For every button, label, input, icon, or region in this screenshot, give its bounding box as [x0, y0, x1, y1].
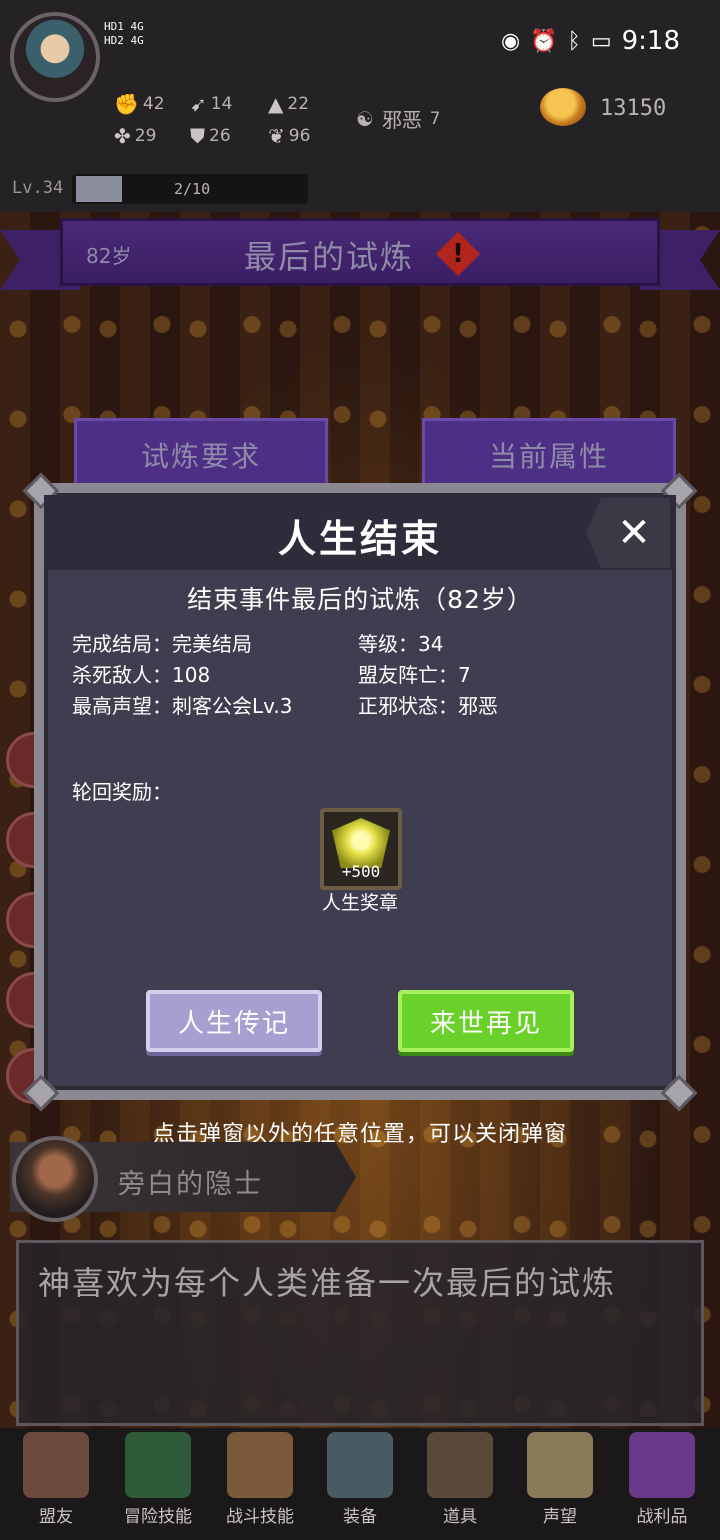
rewards-label: 轮回奖励：	[72, 780, 172, 804]
nav-loot[interactable]: 战利品	[612, 1430, 712, 1538]
reward-name: 人生奖章	[321, 892, 398, 914]
close-button[interactable]: ✕	[586, 498, 670, 568]
yin-yang-icon: ☯	[356, 106, 374, 131]
nav-label: 战利品	[636, 1507, 688, 1527]
bluetooth-icon: ᛒ	[567, 28, 581, 54]
nav-label: 战斗技能	[226, 1507, 294, 1527]
nav-label: 装备	[343, 1507, 377, 1527]
alignment[interactable]: ☯ 邪恶 7	[356, 104, 440, 133]
nav-combat-skills[interactable]: 战斗技能	[210, 1430, 310, 1538]
event-age: 82岁	[86, 244, 132, 268]
narrator-avatar	[12, 1136, 98, 1222]
info-reputation: 最高声望：刺客公会Lv.3	[72, 694, 293, 718]
reward-count: +500	[341, 862, 381, 881]
network-indicator: HD1 4G HD2 4G	[104, 20, 144, 48]
nav-allies[interactable]: 盟友	[6, 1430, 106, 1538]
stat-value: 14	[210, 94, 233, 114]
nav-reputation[interactable]: 声望	[510, 1430, 610, 1538]
info-allies-fallen: 盟友阵亡：7	[358, 663, 471, 687]
info-kills: 杀死敌人：108	[72, 663, 211, 687]
scroll-icon	[527, 1432, 593, 1498]
player-level: Lv.34	[12, 178, 64, 198]
info-ending: 完成结局：完美结局	[72, 632, 252, 656]
status-right: ◉ ⏰ ᛒ ▭ 9:18	[501, 26, 680, 56]
stat-value: 42	[142, 94, 165, 114]
wizard-hat-icon: ▲	[268, 92, 284, 116]
stat-luck: ✤ 29	[114, 124, 156, 148]
battery-icon: ▭	[590, 28, 612, 54]
alarm-icon: ⏰	[530, 28, 558, 54]
alignment-label: 邪恶	[381, 108, 422, 132]
treasure-chest-icon	[629, 1432, 695, 1498]
close-icon: ✕	[617, 510, 651, 556]
allies-icon	[23, 1432, 89, 1498]
narrator-name: 旁白的隐士	[118, 1169, 263, 1200]
alignment-value: 7	[429, 108, 441, 129]
stat-value: 26	[209, 126, 231, 146]
nav-label: 声望	[543, 1507, 577, 1527]
armor-icon: ⛊	[190, 124, 205, 148]
clover-icon: ✤	[114, 124, 131, 148]
info-level: 等级：34	[358, 632, 444, 656]
tab-trial-requirements[interactable]: 试炼要求	[74, 418, 328, 488]
dialog-subtitle: 结束事件最后的试炼（82岁）	[187, 585, 533, 614]
network-line-1: HD1 4G	[104, 20, 144, 33]
stat-agility: ➹ 14	[190, 92, 232, 116]
nav-label: 道具	[443, 1507, 477, 1527]
player-avatar[interactable]	[10, 12, 100, 102]
stat-value: 22	[287, 94, 310, 114]
boot-icon: ➹	[190, 92, 207, 116]
xp-bar-fill	[76, 176, 122, 202]
next-life-button[interactable]: 来世再见	[398, 990, 574, 1052]
eye-icon: ◉	[501, 28, 521, 54]
nav-items[interactable]: 道具	[410, 1430, 510, 1538]
clock: 9:18	[621, 26, 680, 56]
nav-adventure-skills[interactable]: 冒险技能	[108, 1430, 208, 1538]
stat-value: 29	[134, 126, 157, 146]
gold-coin-icon	[540, 88, 586, 126]
stat-nature: ❦ 96	[268, 124, 310, 148]
stat-defense: ⛊ 26	[190, 124, 231, 148]
crossed-swords-icon	[327, 1432, 393, 1498]
pouch-icon	[427, 1432, 493, 1498]
network-line-2: HD2 4G	[104, 34, 144, 47]
gold-amount: 13150	[600, 96, 667, 121]
stat-value: 96	[288, 126, 311, 146]
leaf-icon: ❦	[268, 124, 285, 148]
nav-equipment[interactable]: 装备	[310, 1430, 410, 1538]
event-title: 最后的试炼	[244, 238, 415, 276]
nav-label: 盟友	[39, 1507, 73, 1527]
info-alignment: 正邪状态：邪恶	[358, 694, 498, 718]
stat-strength: ✊ 42	[114, 92, 165, 116]
biography-button[interactable]: 人生传记	[146, 990, 322, 1052]
nav-label: 冒险技能	[124, 1507, 192, 1527]
dialogue-text: 神喜欢为每个人类准备一次最后的试炼	[38, 1264, 617, 1302]
xp-text: 2/10	[174, 180, 211, 198]
stat-magic: ▲ 22	[268, 92, 309, 116]
fist-icon: ✊	[114, 92, 139, 116]
tab-current-attributes[interactable]: 当前属性	[422, 418, 676, 488]
backpack-icon	[227, 1432, 293, 1498]
spellbook-icon	[125, 1432, 191, 1498]
